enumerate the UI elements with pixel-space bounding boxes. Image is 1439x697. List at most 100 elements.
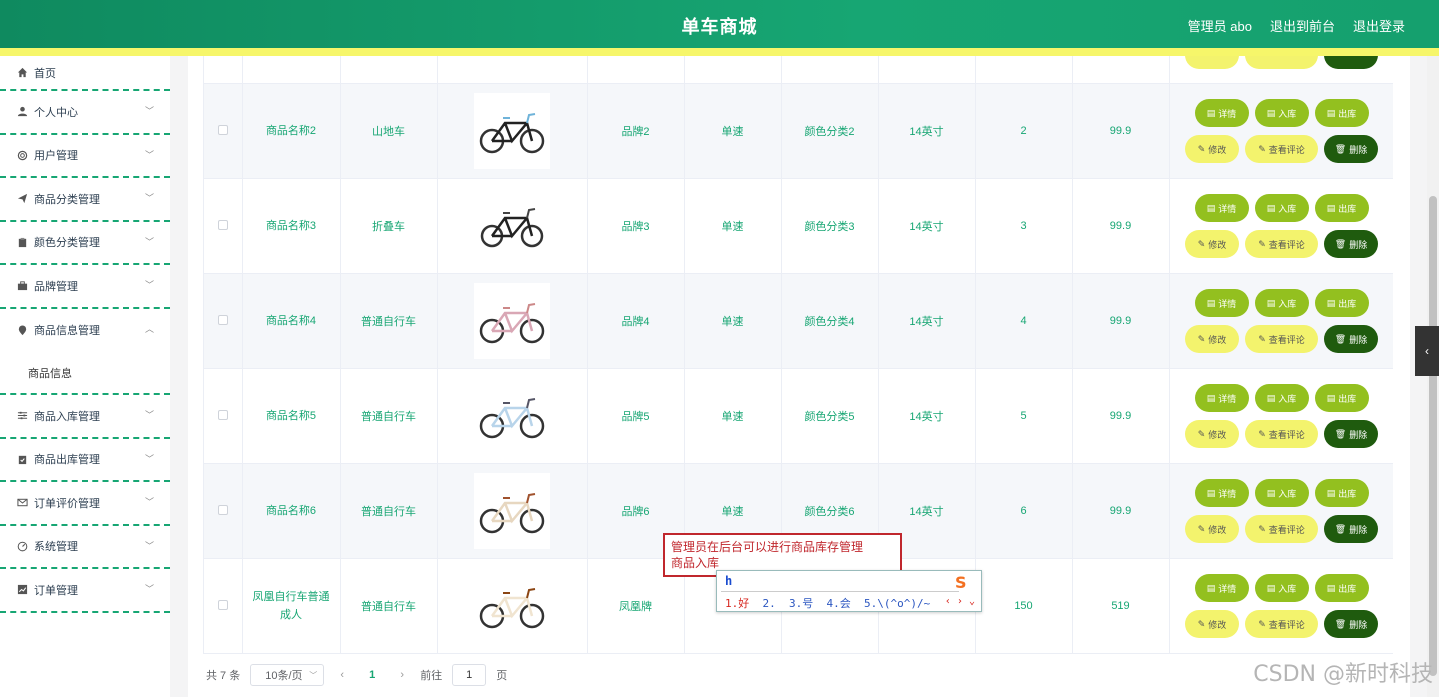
view-reviews-button[interactable]: ✎ 查看评论 [1245, 325, 1318, 353]
view-reviews-button[interactable]: ✎ 查看评论 [1245, 420, 1318, 448]
home-icon [16, 67, 28, 79]
stock-out-button[interactable]: ▤ 出库 [1314, 384, 1369, 412]
detail-button[interactable]: ▤ 详情 [1194, 574, 1249, 602]
prev-page-button[interactable]: ‹ [334, 669, 350, 681]
page-size-select[interactable]: 10条/页 ﹀ [250, 664, 325, 686]
edit-button[interactable] [1185, 56, 1239, 69]
view-reviews-button[interactable]: ✎ 查看评论 [1245, 230, 1318, 258]
delete-button[interactable]: 🗑 删除 [1324, 325, 1378, 353]
product-image[interactable] [474, 568, 550, 644]
edit-button[interactable]: ✎ 修改 [1185, 230, 1239, 258]
ime-candidate-window[interactable]: h S 1.好 2. 3.号 4.会 5.\(^o^)/~ ‹ › ⌄ [716, 570, 982, 612]
logout-link[interactable]: 退出登录 [1353, 16, 1405, 35]
view-reviews-button[interactable]: ✎ 查看评论 [1245, 610, 1318, 638]
detail-button[interactable]: ▤ 详情 [1194, 289, 1249, 317]
view-reviews-button[interactable]: ✎ 查看评论 [1245, 515, 1318, 543]
page-number[interactable]: 1 [360, 669, 384, 681]
delete-button[interactable]: 🗑 删除 [1324, 135, 1378, 163]
trash-icon: 🗑 [1334, 143, 1347, 154]
document-icon: ▤ [1266, 392, 1276, 403]
sidebar-item-users[interactable]: 用户管理 ﹀ [0, 135, 170, 178]
ime-candidate[interactable]: 5.\(^o^)/~ [864, 597, 930, 610]
row-checkbox[interactable] [217, 599, 228, 610]
product-image[interactable] [474, 378, 550, 454]
document-icon: ▤ [1326, 202, 1336, 213]
sidebar-subitem-product-info[interactable]: 商品信息 [0, 352, 170, 395]
delete-button[interactable]: 🗑 删除 [1324, 515, 1378, 543]
stock-out-button[interactable]: ▤ 出库 [1314, 289, 1369, 317]
detail-button[interactable]: ▤ 详情 [1194, 479, 1249, 507]
row-checkbox[interactable] [217, 219, 228, 230]
sidebar-item-orders[interactable]: 订单管理 ﹀ [0, 569, 170, 613]
button-label: 删除 [1349, 144, 1368, 155]
row-checkbox[interactable] [217, 314, 228, 325]
edit-button[interactable]: ✎ 修改 [1185, 610, 1239, 638]
ime-page-nav-icon[interactable]: ‹ › ⌄ [945, 596, 975, 607]
chevron-down-icon: ﹀ [144, 193, 154, 203]
clipboard-icon [16, 236, 28, 248]
detail-button[interactable]: ▤ 详情 [1194, 99, 1249, 127]
collapse-panel-button[interactable]: ‹ [1415, 326, 1439, 376]
button-label: 详情 [1218, 203, 1237, 214]
sidebar-item-product-info[interactable]: 商品信息管理 ︿ [0, 309, 170, 353]
clipboard-check-icon [16, 453, 28, 465]
category-cell: 普通自行车 [340, 368, 438, 464]
stock-in-button[interactable]: ▤ 入库 [1254, 574, 1309, 602]
product-image[interactable] [474, 283, 550, 359]
sidebar-item-stock-out[interactable]: 商品出库管理 ﹀ [0, 439, 170, 482]
stock-in-button[interactable]: ▤ 入库 [1254, 99, 1309, 127]
button-label: 修改 [1208, 524, 1227, 535]
detail-button[interactable]: ▤ 详情 [1194, 384, 1249, 412]
row-checkbox[interactable] [217, 504, 228, 515]
detail-button[interactable]: ▤ 详情 [1194, 194, 1249, 222]
delete-button[interactable]: 🗑 删除 [1324, 230, 1378, 258]
back-to-front-link[interactable]: 退出到前台 [1270, 16, 1335, 35]
next-page-button[interactable]: › [394, 669, 410, 681]
edit-button[interactable]: ✎ 修改 [1185, 325, 1239, 353]
sidebar-item-home[interactable]: 首页 [0, 56, 170, 91]
view-reviews-button[interactable]: ✎ 查看评论 [1245, 135, 1318, 163]
stock-in-button[interactable]: ▤ 入库 [1254, 289, 1309, 317]
row-checkbox[interactable] [217, 124, 228, 135]
stock-cell: 150 [975, 558, 1073, 654]
document-icon: ▤ [1326, 392, 1336, 403]
sidebar-item-category[interactable]: 商品分类管理 ﹀ [0, 178, 170, 222]
brand-cell: 品牌3 [587, 178, 685, 274]
category-cell: 普通自行车 [340, 558, 438, 654]
table-cell [684, 56, 782, 84]
product-image[interactable] [474, 473, 550, 549]
sidebar-item-brand[interactable]: 品牌管理 ﹀ [0, 265, 170, 309]
delete-button[interactable] [1324, 56, 1378, 69]
stock-out-button[interactable]: ▤ 出库 [1314, 99, 1369, 127]
delete-button[interactable]: 🗑 删除 [1324, 420, 1378, 448]
ime-candidate[interactable]: 2. [763, 597, 776, 610]
row-checkbox[interactable] [217, 409, 228, 420]
ime-candidate[interactable]: 3.号 [789, 597, 813, 610]
stock-out-button[interactable]: ▤ 出库 [1314, 194, 1369, 222]
product-image[interactable] [474, 93, 550, 169]
ime-candidate[interactable]: 4.会 [827, 597, 851, 610]
stock-in-button[interactable]: ▤ 入库 [1254, 479, 1309, 507]
scrollbar-thumb[interactable] [1429, 196, 1437, 676]
sidebar-item-personal[interactable]: 个人中心 ﹀ [0, 91, 170, 135]
sidebar-item-color[interactable]: 颜色分类管理 ﹀ [0, 222, 170, 265]
stock-out-button[interactable]: ▤ 出库 [1314, 479, 1369, 507]
product-image[interactable] [474, 188, 550, 264]
view-reviews-button[interactable] [1245, 56, 1318, 69]
edit-button[interactable]: ✎ 修改 [1185, 135, 1239, 163]
sidebar-item-reviews[interactable]: 订单评价管理 ﹀ [0, 482, 170, 526]
sidebar-item-system[interactable]: 系统管理 ﹀ [0, 526, 170, 569]
stock-cell: 3 [975, 178, 1073, 274]
stock-in-button[interactable]: ▤ 入库 [1254, 384, 1309, 412]
vertical-scrollbar[interactable] [1427, 56, 1439, 697]
stock-out-button[interactable]: ▤ 出库 [1314, 574, 1369, 602]
edit-button[interactable]: ✎ 修改 [1185, 420, 1239, 448]
ime-candidate[interactable]: 1.好 [725, 597, 749, 610]
stock-in-button[interactable]: ▤ 入库 [1254, 194, 1309, 222]
delete-button[interactable]: 🗑 删除 [1324, 610, 1378, 638]
table-cell [437, 558, 588, 654]
goto-page-input[interactable]: 1 [452, 664, 487, 686]
edit-button[interactable]: ✎ 修改 [1185, 515, 1239, 543]
ime-candidates[interactable]: 1.好 2. 3.号 4.会 5.\(^o^)/~ [725, 595, 930, 611]
sidebar-item-stock-in[interactable]: 商品入库管理 ﹀ [0, 395, 170, 439]
